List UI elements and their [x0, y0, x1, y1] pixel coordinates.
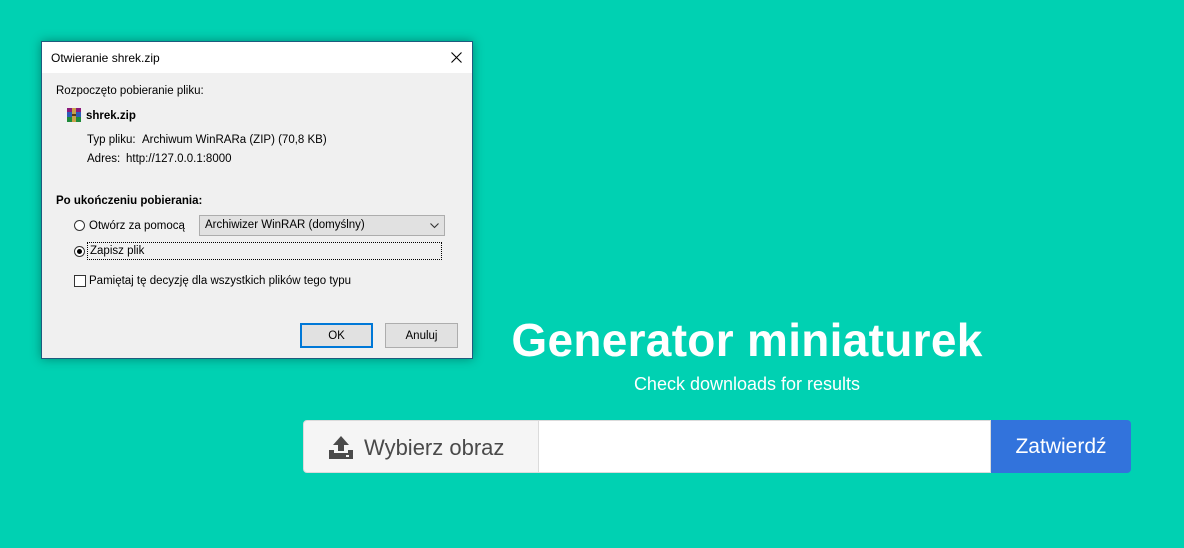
chevron-down-icon [430, 223, 439, 229]
address-value: http://127.0.0.1:8000 [126, 153, 232, 165]
file-name: shrek.zip [86, 110, 136, 122]
close-button[interactable] [440, 42, 472, 73]
dialog-title: Otwieranie shrek.zip [51, 51, 160, 65]
file-upload: Wybierz obraz Zatwierdź [303, 420, 1131, 473]
upload-icon [329, 436, 353, 459]
open-with-select[interactable]: Archiwizer WinRAR (domyślny) [199, 215, 445, 236]
close-icon [450, 52, 462, 63]
submit-button[interactable]: Zatwierdź [991, 420, 1131, 473]
after-download-heading: Po ukończeniu pobierania: [56, 195, 203, 207]
download-intro: Rozpoczęto pobieranie pliku: [56, 85, 204, 97]
dialog-titlebar[interactable]: Otwieranie shrek.zip [42, 42, 472, 73]
address-label: Adres: [87, 153, 121, 165]
remember-label[interactable]: Pamiętaj tę decyzję dla wszystkich plikó… [89, 275, 351, 287]
open-with-label[interactable]: Otwórz za pomocą [89, 220, 185, 232]
remember-checkbox[interactable] [74, 275, 86, 287]
page-subtitle: Check downloads for results [633, 374, 861, 394]
ok-button[interactable]: OK [300, 323, 373, 348]
save-file-label[interactable]: Zapisz plik [87, 242, 442, 260]
cancel-button[interactable]: Anuluj [385, 323, 458, 348]
winrar-archive-icon [67, 108, 81, 122]
file-type-label: Typ pliku: [87, 134, 136, 146]
file-type-value: Archiwum WinRARa (ZIP) (70,8 KB) [142, 134, 327, 146]
page-title: Generator miniaturek [511, 314, 983, 366]
open-with-radio[interactable] [74, 220, 85, 231]
open-with-selected: Archiwizer WinRAR (domyślny) [205, 219, 365, 231]
save-file-radio[interactable] [74, 246, 85, 257]
download-dialog: Otwieranie shrek.zip Rozpoczęto pobieran… [41, 41, 473, 359]
choose-image-label: Wybierz obraz [364, 435, 505, 460]
file-name-field[interactable] [539, 420, 991, 473]
choose-image-button[interactable]: Wybierz obraz [303, 420, 539, 473]
